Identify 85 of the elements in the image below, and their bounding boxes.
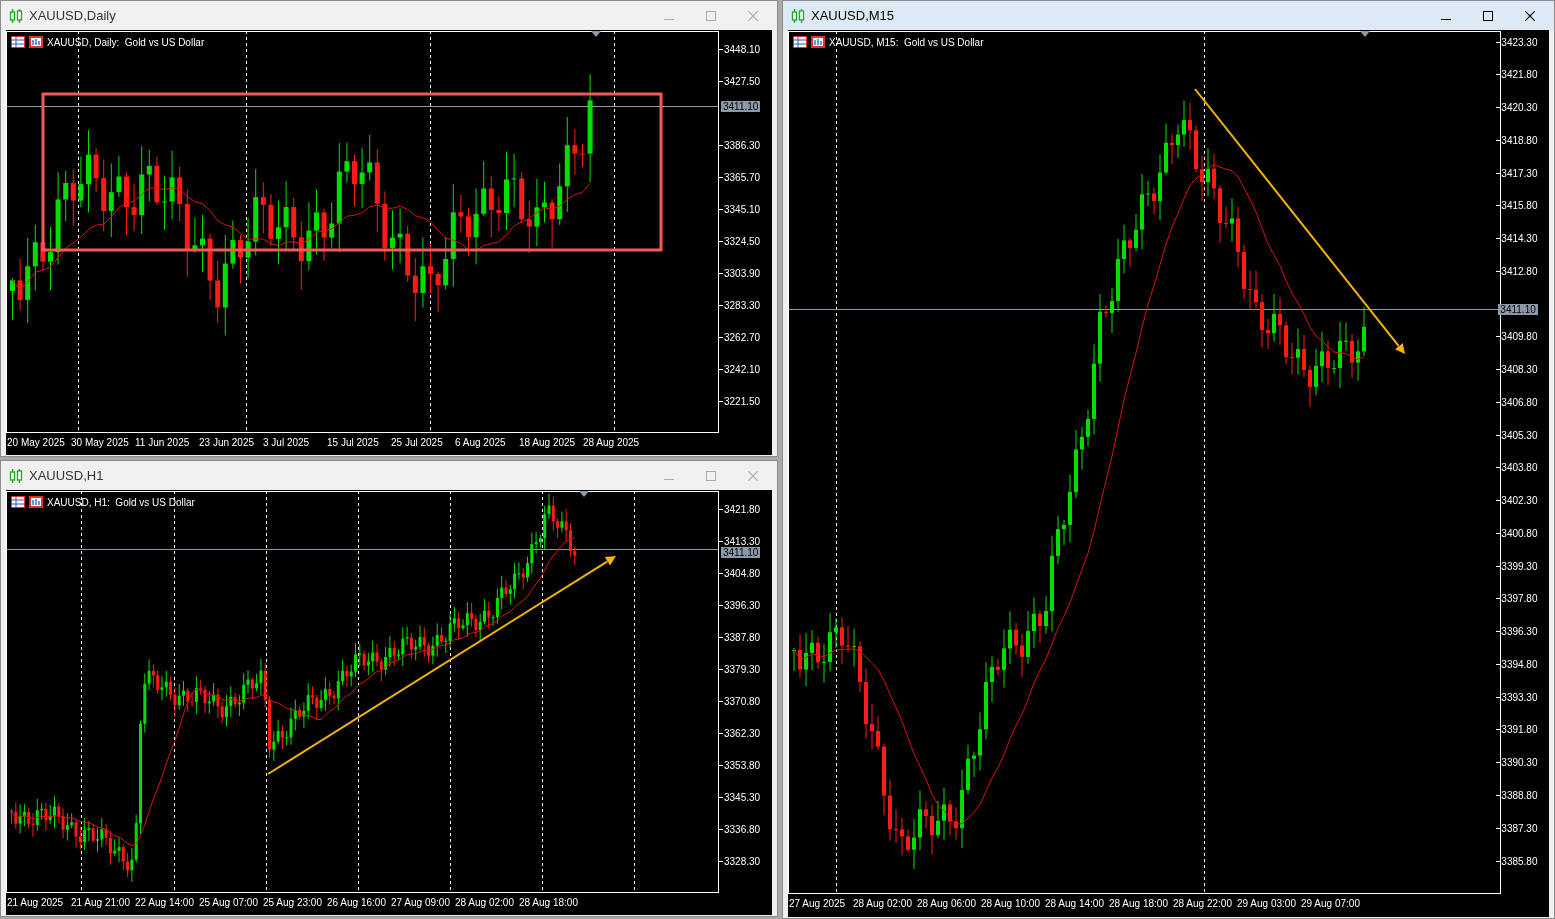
time-label: 21 Aug 2025: [6, 897, 65, 908]
time-label: 15 Jul 2025: [326, 437, 380, 448]
price-label: 3370.80: [723, 695, 761, 707]
time-label: 11 Jun 2025: [134, 437, 191, 448]
time-label: 28 Aug 02:00: [454, 897, 515, 908]
price-label: 3405.30: [1500, 429, 1538, 441]
time-label: 29 Aug 07:00: [1300, 898, 1361, 909]
time-label: 26 Aug 16:00: [326, 897, 387, 908]
time-label: 21 Aug 21:00: [70, 897, 131, 908]
price-label: 3345.10: [723, 203, 761, 215]
price-label: 3412.80: [1500, 265, 1538, 277]
current-price-label: 3411.10: [721, 547, 761, 558]
price-label: 3408.30: [1500, 364, 1538, 376]
time-label: 25 Aug 07:00: [198, 897, 259, 908]
price-label: 3391.80: [1500, 724, 1538, 736]
price-label: 3336.80: [723, 823, 761, 835]
price-label: 3402.30: [1500, 495, 1538, 507]
current-price-label: 3411.10: [721, 101, 761, 112]
chart-legend: XAUUSD, M15: Gold vs US Dollar: [829, 36, 984, 48]
time-label: 25 Jul 2025: [390, 437, 444, 448]
time-label: 20 May 2025: [6, 437, 66, 448]
price-label: 3345.30: [723, 791, 761, 803]
price-label: 3418.80: [1500, 134, 1538, 146]
price-label: 3421.80: [723, 503, 761, 515]
time-label: 3 Jul 2025: [262, 437, 311, 448]
time-label: 23 Jun 2025: [198, 437, 256, 448]
price-label: 3303.90: [723, 267, 761, 279]
price-label: 3324.50: [723, 235, 761, 247]
price-label: 3388.80: [1500, 789, 1538, 801]
time-label: 28 Aug 06:00: [916, 898, 977, 909]
chart-legend: XAUUSD, H1: Gold vs US Dollar: [47, 496, 195, 508]
time-label: 29 Aug 03:00: [1236, 898, 1297, 909]
time-label: 28 Aug 02:00: [852, 898, 913, 909]
price-label: 3221.50: [723, 395, 761, 407]
chart-legend: XAUUSD, Daily: Gold vs US Dollar: [47, 36, 205, 48]
price-label: 3386.30: [723, 139, 761, 151]
time-label: 6 Aug 2025: [454, 437, 507, 448]
price-label: 3409.80: [1500, 331, 1538, 343]
price-label: 3387.30: [1500, 822, 1538, 834]
price-label: 3390.30: [1500, 757, 1538, 769]
price-label: 3387.80: [723, 631, 761, 643]
time-label: 18 Aug 2025: [518, 437, 577, 448]
window-title: XAUUSD,Daily: [29, 8, 117, 23]
price-label: 3353.80: [723, 759, 761, 771]
price-label: 3404.80: [723, 567, 761, 579]
price-label: 3396.30: [1500, 626, 1538, 638]
price-label: 3423.30: [1500, 36, 1538, 48]
price-label: 3394.80: [1500, 658, 1538, 670]
price-label: 3413.30: [723, 535, 761, 547]
time-label: 27 Aug 2025: [788, 898, 847, 909]
time-label: 28 Aug 10:00: [980, 898, 1041, 909]
price-label: 3379.30: [723, 663, 761, 675]
price-label: 3448.10: [723, 43, 761, 55]
time-label: 30 May 2025: [70, 437, 130, 448]
window-title: XAUUSD,M15: [811, 8, 896, 23]
time-label: 28 Aug 22:00: [1172, 898, 1233, 909]
time-label: 28 Aug 2025: [582, 437, 641, 448]
price-label: 3242.10: [723, 363, 761, 375]
time-label: 28 Aug 14:00: [1044, 898, 1105, 909]
time-label: 25 Aug 23:00: [262, 897, 323, 908]
price-label: 3400.80: [1500, 527, 1538, 539]
time-label: 28 Aug 18:00: [518, 897, 579, 908]
price-label: 3328.30: [723, 855, 761, 867]
price-label: 3397.80: [1500, 593, 1538, 605]
price-label: 3262.70: [723, 331, 761, 343]
price-label: 3365.70: [723, 171, 761, 183]
price-label: 3385.80: [1500, 855, 1538, 867]
price-label: 3417.30: [1500, 167, 1538, 179]
price-label: 3420.30: [1500, 102, 1538, 113]
price-label: 3393.30: [1500, 691, 1538, 703]
price-label: 3415.80: [1500, 200, 1538, 212]
current-price-label: 3411.10: [1498, 304, 1538, 315]
price-label: 3414.30: [1500, 233, 1538, 245]
price-label: 3403.80: [1500, 462, 1538, 474]
price-label: 3421.80: [1500, 69, 1538, 81]
time-label: 27 Aug 09:00: [390, 897, 451, 908]
price-label: 3427.50: [723, 75, 761, 87]
price-label: 3406.80: [1500, 396, 1538, 408]
time-label: 22 Aug 14:00: [134, 897, 195, 908]
price-label: 3283.30: [723, 299, 761, 311]
window-title: XAUUSD,H1: [29, 468, 105, 483]
time-label: 28 Aug 18:00: [1108, 898, 1169, 909]
price-label: 3399.30: [1500, 560, 1538, 572]
price-label: 3362.30: [723, 727, 761, 739]
price-label: 3396.30: [723, 599, 761, 611]
